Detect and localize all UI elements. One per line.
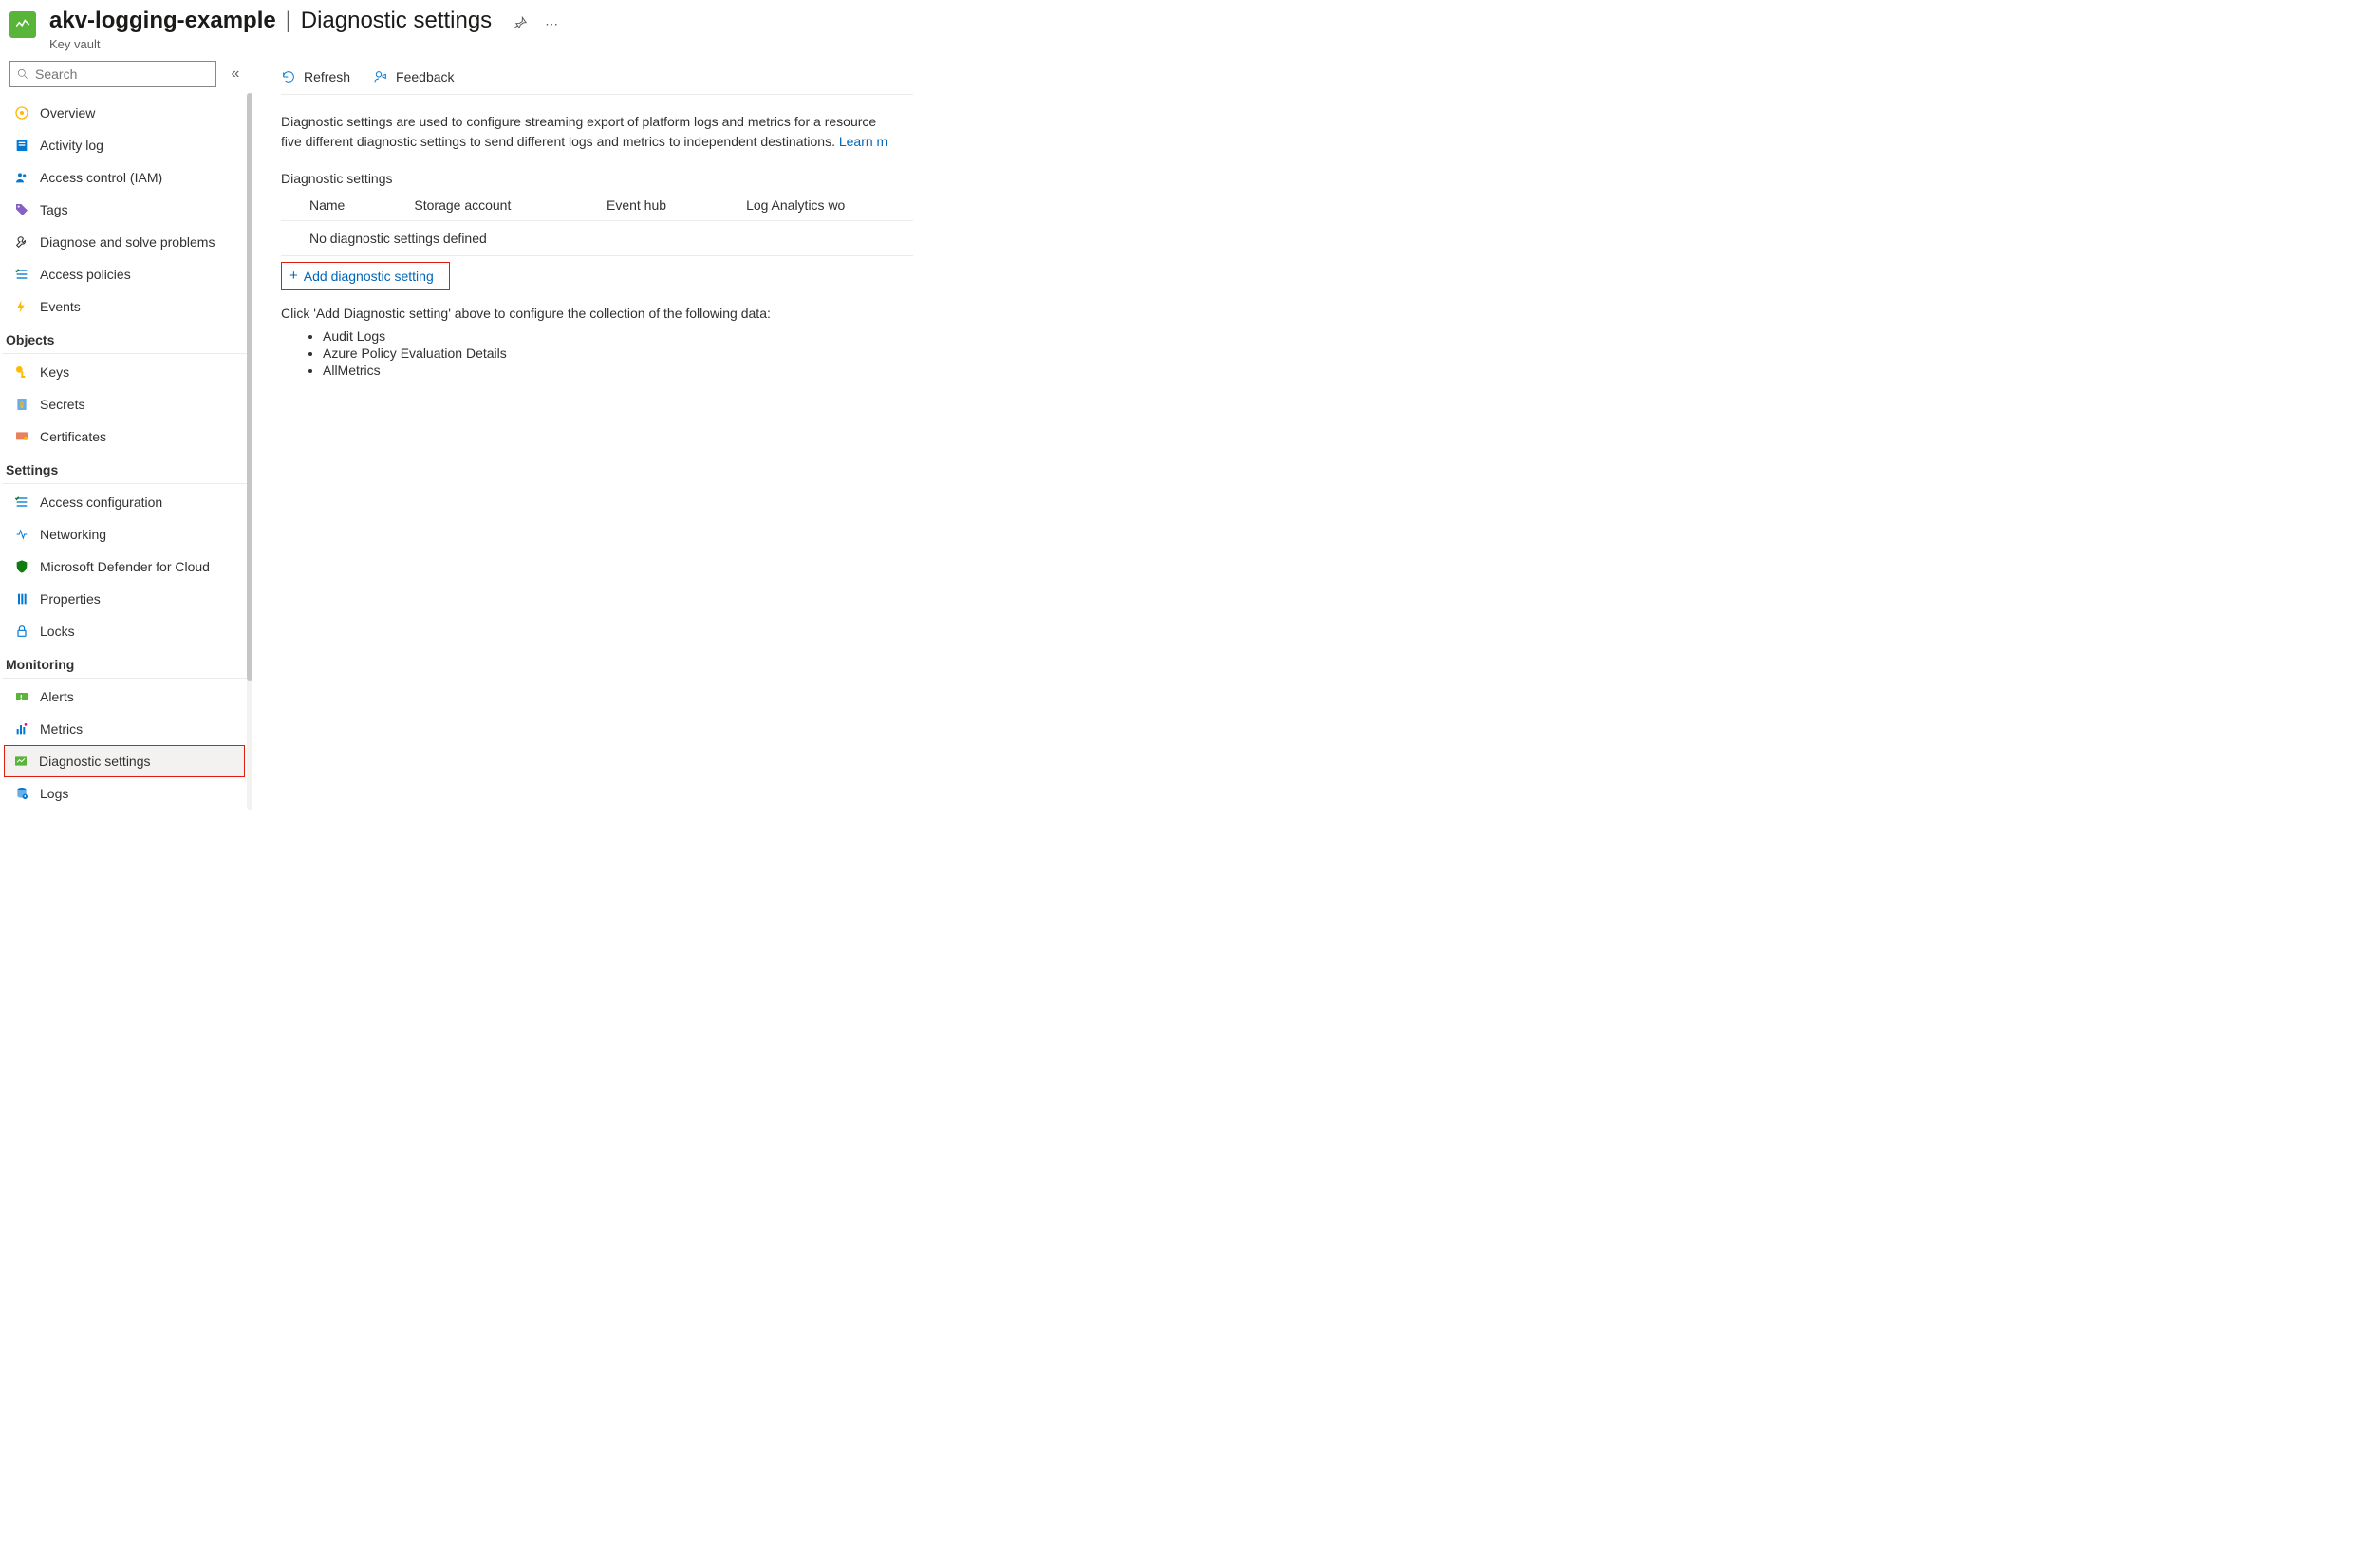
- locks-icon: [13, 623, 30, 640]
- sidebar-item-tags[interactable]: Tags: [4, 194, 245, 226]
- resource-type-label: Key vault: [49, 37, 558, 51]
- page-title: Diagnostic settings: [301, 8, 492, 33]
- refresh-button[interactable]: Refresh: [281, 69, 350, 84]
- col-eventhub: Event hub: [578, 190, 718, 221]
- resource-type-icon: [9, 11, 36, 38]
- diagnostic-settings-icon: [12, 753, 29, 770]
- sidebar-item-properties[interactable]: Properties: [4, 583, 245, 615]
- nav-group-settings: Settings: [0, 453, 249, 481]
- empty-state-text: No diagnostic settings defined: [281, 220, 913, 255]
- more-icon[interactable]: ⋯: [545, 16, 558, 32]
- command-bar: Refresh Feedback: [281, 61, 913, 95]
- sidebar-item-keys[interactable]: Keys: [4, 356, 245, 388]
- col-storage: Storage account: [385, 190, 578, 221]
- sidebar-item-overview[interactable]: Overview: [4, 97, 245, 129]
- search-input-wrap[interactable]: [9, 61, 216, 87]
- nav-group-objects: Objects: [0, 323, 249, 351]
- sidebar-item-access-control[interactable]: Access control (IAM): [4, 161, 245, 194]
- sidebar-item-events[interactable]: Events: [4, 290, 245, 323]
- diagnose-icon: [13, 233, 30, 251]
- defender-icon: [13, 558, 30, 575]
- sidebar-scrollbar[interactable]: [247, 93, 252, 810]
- keys-icon: [13, 364, 30, 381]
- sidebar-item-networking[interactable]: Networking: [4, 518, 245, 551]
- sidebar-item-access-policies[interactable]: Access policies: [4, 258, 245, 290]
- properties-icon: [13, 590, 30, 607]
- col-name: Name: [281, 190, 385, 221]
- access-configuration-icon: [13, 494, 30, 511]
- refresh-icon: [281, 69, 296, 84]
- blade-header: akv-logging-example | Diagnostic setting…: [0, 0, 1283, 51]
- logs-icon: [13, 785, 30, 802]
- tags-icon: [13, 201, 30, 218]
- breadcrumb: akv-logging-example | Diagnostic setting…: [49, 8, 558, 35]
- sidebar-item-secrets[interactable]: Secrets: [4, 388, 245, 420]
- feedback-button[interactable]: Feedback: [373, 69, 454, 84]
- sidebar: « Overview Activity log Access control (…: [0, 51, 249, 810]
- main-content: Refresh Feedback Diagnostic settings are…: [249, 51, 913, 810]
- list-item: AllMetrics: [323, 363, 913, 378]
- sidebar-item-diagnostic-settings[interactable]: Diagnostic settings: [4, 745, 245, 777]
- search-input[interactable]: [35, 66, 210, 82]
- alerts-icon: [13, 688, 30, 705]
- plus-icon: +: [289, 269, 298, 283]
- data-types-list: Audit Logs Azure Policy Evaluation Detai…: [323, 328, 913, 378]
- sidebar-item-access-configuration[interactable]: Access configuration: [4, 486, 245, 518]
- learn-more-link[interactable]: Learn m: [839, 134, 887, 149]
- events-icon: [13, 298, 30, 315]
- click-description: Click 'Add Diagnostic setting' above to …: [281, 306, 913, 321]
- sidebar-item-activity-log[interactable]: Activity log: [4, 129, 245, 161]
- secrets-icon: [13, 396, 30, 413]
- col-law: Log Analytics wo: [718, 190, 913, 221]
- pin-icon[interactable]: [513, 15, 528, 33]
- networking-icon: [13, 526, 30, 543]
- feedback-icon: [373, 69, 388, 84]
- access-policies-icon: [13, 266, 30, 283]
- sidebar-item-diagnose-solve[interactable]: Diagnose and solve problems: [4, 226, 245, 258]
- collapse-sidebar-button[interactable]: «: [226, 65, 245, 83]
- sidebar-item-certificates[interactable]: Certificates: [4, 420, 245, 453]
- sidebar-item-logs[interactable]: Logs: [4, 777, 245, 810]
- overview-icon: [13, 104, 30, 121]
- sidebar-item-alerts[interactable]: Alerts: [4, 681, 245, 713]
- sidebar-item-metrics[interactable]: Metrics: [4, 713, 245, 745]
- table-row: No diagnostic settings defined: [281, 220, 913, 255]
- description-text: Diagnostic settings are used to configur…: [281, 112, 913, 152]
- list-item: Azure Policy Evaluation Details: [323, 345, 913, 361]
- nav-group-monitoring: Monitoring: [0, 647, 249, 676]
- sidebar-item-defender[interactable]: Microsoft Defender for Cloud: [4, 551, 245, 583]
- access-control-icon: [13, 169, 30, 186]
- sidebar-item-locks[interactable]: Locks: [4, 615, 245, 647]
- certificates-icon: [13, 428, 30, 445]
- metrics-icon: [13, 720, 30, 737]
- resource-name: akv-logging-example: [49, 8, 276, 33]
- diagnostic-settings-table: Name Storage account Event hub Log Analy…: [281, 190, 913, 256]
- list-item: Audit Logs: [323, 328, 913, 344]
- diagnostic-settings-label: Diagnostic settings: [281, 171, 913, 186]
- search-icon: [16, 67, 29, 81]
- add-diagnostic-setting-button[interactable]: + Add diagnostic setting: [281, 262, 450, 290]
- activity-log-icon: [13, 137, 30, 154]
